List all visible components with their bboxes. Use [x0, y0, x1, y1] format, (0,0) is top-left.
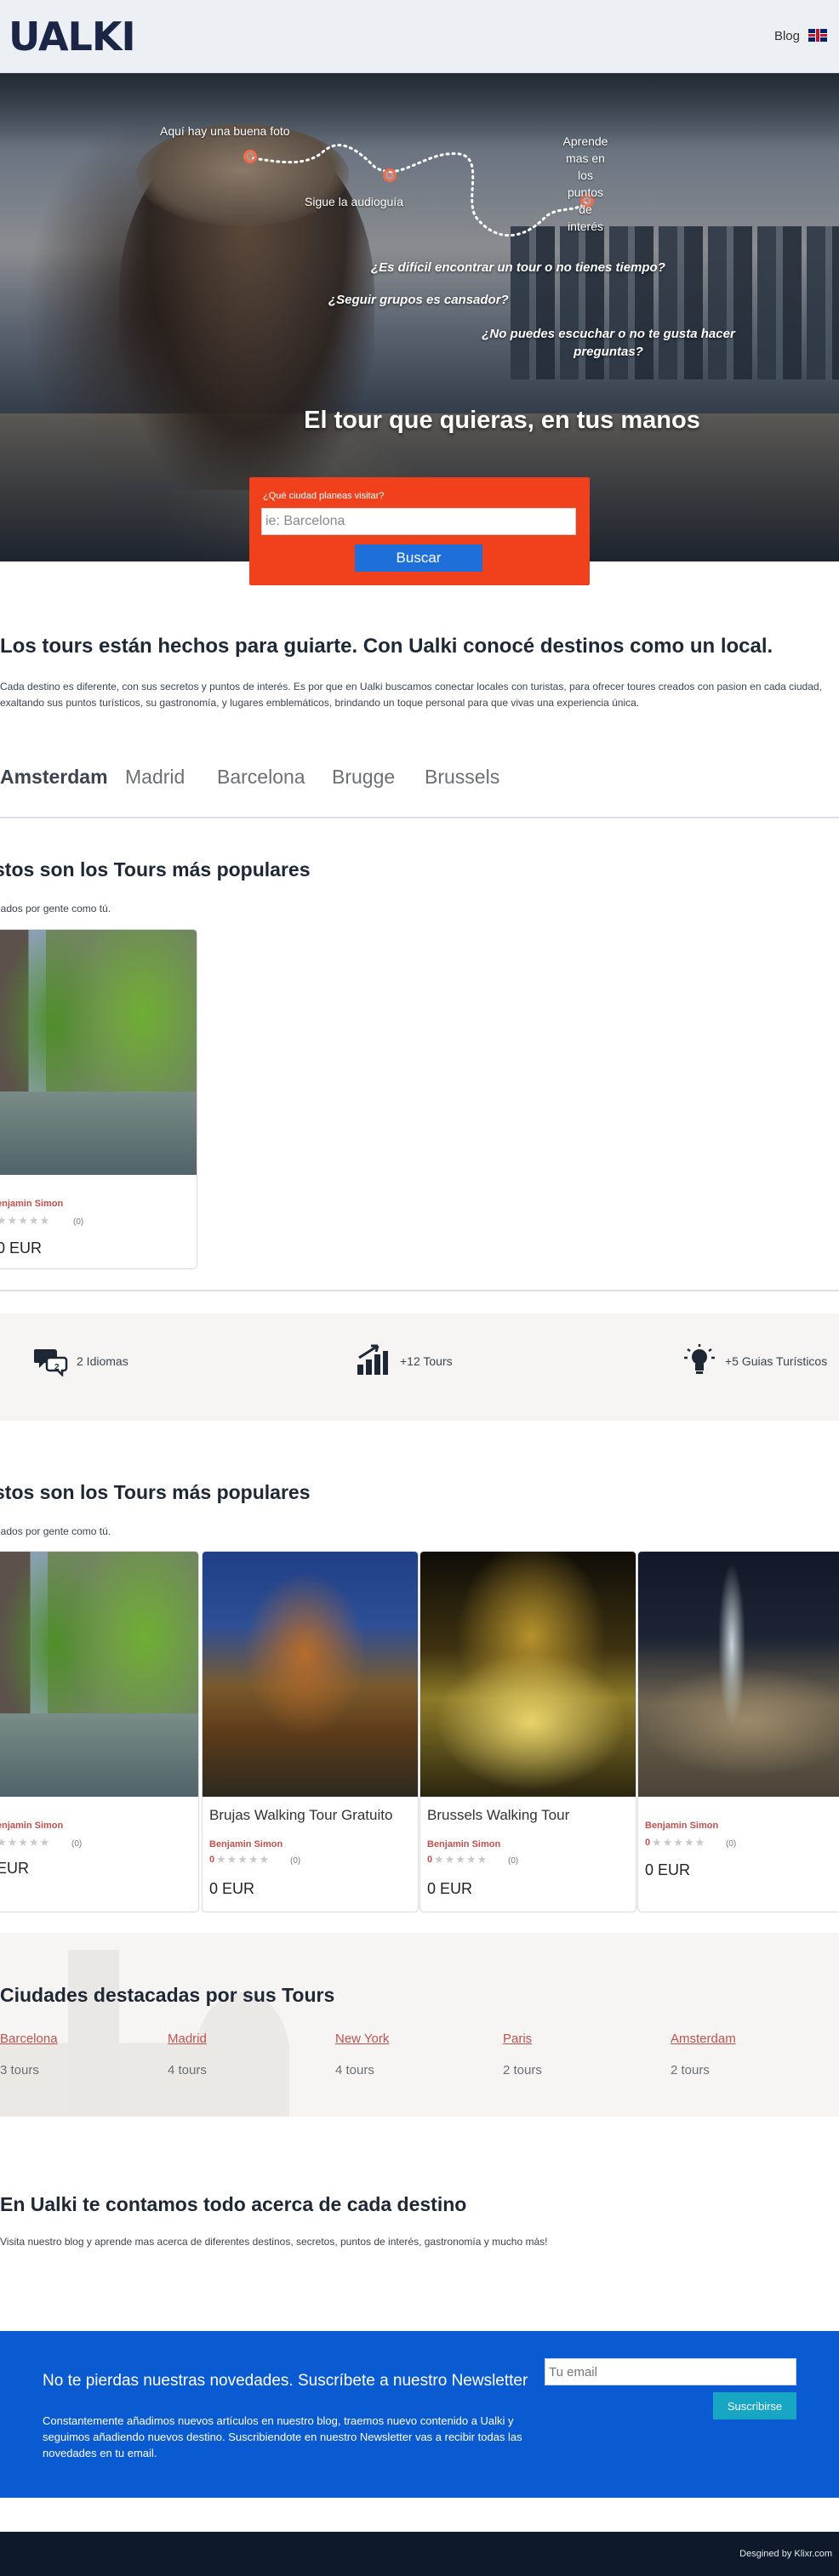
review-count: (0)	[290, 1856, 301, 1866]
tour-price: 0 EUR	[645, 1861, 691, 1878]
newsletter-text: Constantemente añadimos nuevos artículos…	[43, 2414, 522, 2459]
city-tour-count: 3 tours	[0, 2063, 39, 2077]
question-2: ¿Seguir grupos es cansador?	[328, 293, 509, 307]
subscribe-button[interactable]: Suscribirse	[713, 2392, 796, 2419]
tour-price: 0 EUR	[0, 1240, 43, 1257]
newsletter-section: No te pierdas nuestras novedades. Suscrí…	[0, 2331, 839, 2498]
uk-flag-icon[interactable]	[808, 29, 827, 42]
tours-stat: +12 Tours	[400, 1354, 453, 1368]
tab-amsterdam[interactable]: Amsterdam	[0, 766, 108, 789]
review-count: (0)	[73, 1217, 84, 1227]
guide-name[interactable]: enjamin Simon	[0, 1821, 63, 1831]
languages-stat: 2 Idiomas	[77, 1354, 128, 1368]
guide-name[interactable]: enjamin Simon	[0, 1199, 63, 1209]
city-tour-count: 2 tours	[671, 2063, 710, 2077]
rating-value: 0	[209, 1855, 215, 1865]
popular-tours-subtitle: eados por gente como tú.	[0, 903, 111, 915]
rating-value: 0	[427, 1855, 433, 1865]
featured-cities-section: Ciudades destacadas por sus Tours Barcel…	[0, 1933, 839, 2117]
city-tour-count: 4 tours	[335, 2063, 374, 2077]
guide-name[interactable]: Benjamin Simon	[427, 1839, 500, 1849]
popular-tours-title: stos son los Tours más populares	[0, 858, 311, 881]
chat-bubbles-icon: 2	[34, 1349, 68, 1376]
search-button[interactable]: Buscar	[355, 544, 482, 572]
blog-link[interactable]: Blog	[774, 29, 800, 43]
stats-bar: 2 2 Idiomas +12 Tours +5 Guias Turístico…	[0, 1314, 839, 1421]
city-link-madrid[interactable]: Madrid	[168, 2032, 207, 2046]
intro-title: Los tours están hechos para guiarte. Con…	[0, 635, 773, 658]
featured-cities-title: Ciudades destacadas por sus Tours	[0, 1984, 335, 2006]
footer-credit[interactable]: Desgined by Klixr.com	[739, 2549, 832, 2559]
rating-stars: ★★★★★	[434, 1853, 488, 1866]
review-count: (0)	[508, 1856, 519, 1866]
tour-card[interactable]: Benjamin Simon 0 ★★★★★ (0) 0 EUR	[637, 1551, 839, 1912]
tour-price: 0 EUR	[209, 1880, 255, 1897]
intro-text: Cada destino es diferente, con sus secre…	[0, 681, 822, 709]
tour-card[interactable]: enjamin Simon ★★★★★ (0) 0 EUR	[0, 929, 197, 1269]
site-header: UALKI Blog	[0, 0, 839, 73]
tab-madrid[interactable]: Madrid	[125, 766, 185, 789]
blog-section-title: En Ualki te contamos todo acerca de cada…	[0, 2193, 467, 2215]
guides-stat: +5 Guias Turísticos	[725, 1354, 828, 1368]
rating-stars: ★★★★★	[216, 1853, 271, 1866]
question-3: ¿No puedes escuchar o no te gusta hacer …	[482, 327, 735, 359]
city-tour-count: 2 tours	[503, 2063, 542, 2077]
rating-stars: ★★★★★	[652, 1836, 706, 1849]
city-tour-count: 4 tours	[168, 2063, 207, 2077]
guide-name[interactable]: Benjamin Simon	[209, 1839, 283, 1849]
tour-photo[interactable]	[420, 1552, 636, 1797]
rating-stars: ★★★★★	[0, 1214, 51, 1227]
tour-price: EUR	[0, 1860, 30, 1877]
hero-title: El tour que quieras, en tus manos	[304, 407, 700, 434]
route-marker-photo-icon	[243, 150, 257, 163]
search-panel: ¿Qué ciudad planeas visitar? Buscar	[249, 477, 590, 585]
blog-section-text: Visita nuestro blog y aprende mas acerca…	[0, 2236, 548, 2248]
label-learn: Aprende mas en los puntos de interés	[562, 134, 608, 233]
question-1: ¿Es difícil encontrar un tour o no tiene…	[371, 260, 665, 275]
tour-photo[interactable]	[0, 930, 197, 1175]
rating-value: 0	[645, 1838, 651, 1848]
lightbulb-icon	[684, 1344, 715, 1374]
tab-brussels[interactable]: Brussels	[425, 766, 499, 789]
tour-photo[interactable]	[0, 1552, 198, 1797]
review-count: (0)	[726, 1839, 737, 1849]
city-tabs: Amsterdam Madrid Barcelona Brugge Brusse…	[0, 766, 839, 800]
city-link-new-york[interactable]: New York	[335, 2032, 389, 2046]
tour-card[interactable]: Brussels Walking Tour Benjamin Simon 0 ★…	[420, 1551, 636, 1912]
rating-stars: ★★★★★	[0, 1836, 51, 1849]
label-photo: Aquí hay una buena foto	[160, 124, 290, 138]
review-count: (0)	[71, 1839, 83, 1849]
city-link-amsterdam[interactable]: Amsterdam	[671, 2032, 736, 2046]
ualki-logo[interactable]: UALKI	[9, 15, 136, 58]
popular-tours-title: stos son los Tours más populares	[0, 1481, 311, 1503]
city-search-input[interactable]	[261, 508, 576, 535]
tour-card[interactable]: enjamin Simon ★★★★★ (0) EUR	[0, 1551, 199, 1912]
tour-card[interactable]: Brujas Walking Tour Gratuito Benjamin Si…	[202, 1551, 419, 1912]
tab-brugge[interactable]: Brugge	[332, 766, 395, 789]
city-link-paris[interactable]: Paris	[503, 2032, 532, 2046]
city-link-barcelona[interactable]: Barcelona	[0, 2032, 58, 2046]
growth-chart-icon	[357, 1344, 388, 1375]
divider	[0, 1290, 839, 1291]
guide-name[interactable]: Benjamin Simon	[645, 1821, 718, 1831]
site-footer: Desgined by Klixr.com	[0, 2532, 839, 2576]
route-marker-audio-icon	[383, 168, 397, 182]
svg-text:2: 2	[54, 1363, 60, 1372]
popular-tours-subtitle: eados por gente como tú.	[0, 1525, 111, 1537]
newsletter-email-input[interactable]	[545, 2358, 796, 2385]
newsletter-title: No te pierdas nuestras novedades. Suscrí…	[43, 2372, 528, 2390]
tab-barcelona[interactable]: Barcelona	[217, 766, 305, 789]
tour-photo[interactable]	[203, 1552, 418, 1797]
label-audio: Sigue la audioguía	[305, 195, 403, 208]
city-silhouette-shape	[0, 1933, 289, 2117]
search-label: ¿Qué ciudad planeas visitar?	[263, 491, 385, 501]
divider	[0, 817, 839, 818]
tour-photo[interactable]	[638, 1552, 839, 1797]
tour-title[interactable]: Brussels Walking Tour	[427, 1807, 569, 1824]
tour-title[interactable]: Brujas Walking Tour Gratuito	[209, 1807, 392, 1824]
tour-price: 0 EUR	[427, 1880, 473, 1897]
